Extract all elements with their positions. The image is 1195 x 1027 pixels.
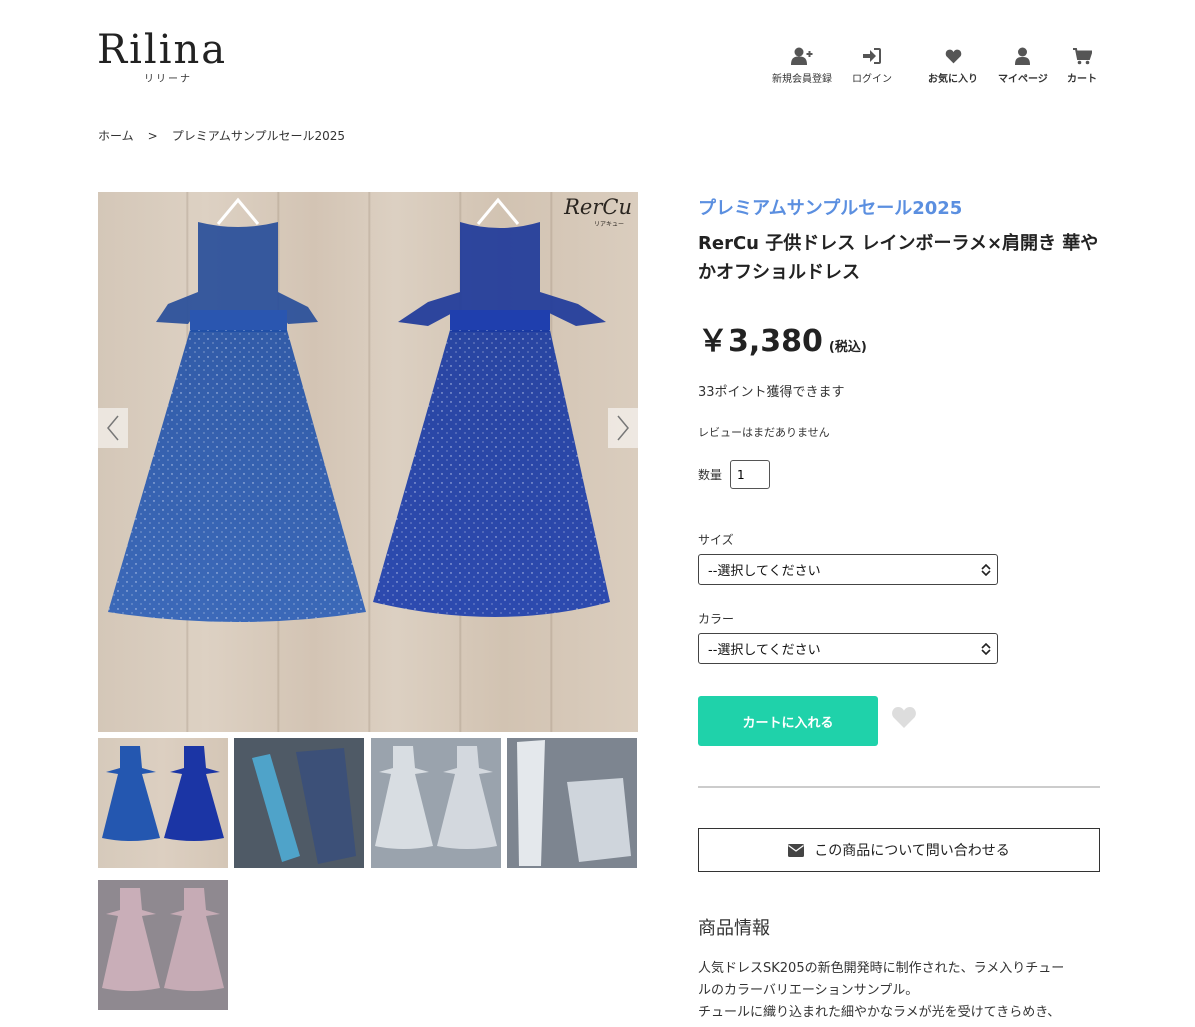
thumb-white-dresses-image [375,746,497,849]
breadcrumb: ホーム > プレミアムサンプルセール2025 [98,127,345,144]
thumb-pink-dresses-image [102,888,224,991]
heart-icon [945,46,962,66]
site-logo[interactable]: Rilina リリーナ [97,27,228,85]
price-value: ￥3,380 [698,324,823,359]
nav-login-label: ログイン [852,74,892,85]
product-price: ￥3,380 (税込) [698,316,867,360]
prev-image-button[interactable] [98,408,128,448]
breadcrumb-home[interactable]: ホーム [98,129,134,143]
sign-in-icon [863,46,881,66]
quantity-input[interactable] [730,460,770,489]
brand-watermark-sub: リアキュー [593,221,624,228]
dress-photo [108,197,610,622]
product-description: 人気ドレスSK205の新色開発時に制作された、ラメ入りチュー ルのカラーバリエー… [698,958,1100,1024]
size-select-value: --選択してください [708,564,821,579]
color-select[interactable]: --選択してください [698,633,998,664]
add-to-cart-button[interactable]: カートに入れる [698,696,878,746]
tax-note: (税込) [828,340,867,355]
product-inquiry-button[interactable]: この商品について問い合わせる [698,828,1100,872]
main-product-image: RerCu リアキュー [98,192,638,732]
nav-mypage-label: マイページ [998,74,1048,85]
chevron-right-icon [617,415,629,441]
quantity-label: 数量 [698,468,723,482]
brand-watermark: RerCu [564,195,632,219]
thumbnail-3[interactable] [371,738,501,868]
cart-icon [1072,46,1092,66]
nav-favorites[interactable]: お気に入り [928,46,978,85]
review-status: レビューはまだありません [698,426,830,439]
user-icon [1015,46,1031,66]
section-divider [698,786,1100,788]
add-favorite-heart-icon[interactable] [891,706,917,733]
breadcrumb-separator: > [147,129,158,143]
size-select[interactable]: --選択してください [698,554,998,585]
nav-mypage[interactable]: マイページ [998,46,1048,85]
product-title: RerCu 子供ドレス レインボーラメ×肩開き 華やかオフショルドレス [698,233,1099,283]
next-image-button[interactable] [608,408,638,448]
envelope-icon [788,843,805,857]
nav-cart-label: カート [1067,74,1097,85]
thumb-blue-ribbon-tulle-image [252,748,356,864]
nav-cart[interactable]: カート [1067,46,1097,85]
size-label: サイズ [698,533,734,547]
nav-favorites-label: お気に入り [928,74,978,85]
logo-subtitle: リリーナ [144,74,192,85]
chevron-left-icon [107,415,119,441]
chevron-updown-icon [981,564,991,576]
logo-text: Rilina [97,27,228,73]
color-select-value: --選択してください [708,643,821,658]
breadcrumb-current: プレミアムサンプルセール2025 [171,129,346,143]
thumb-blue-dresses-image [102,746,224,841]
description-line: チュールに織り込まれた細やかなラメが光を受けてきらめき、 [698,1005,1061,1020]
description-line: 人気ドレスSK205の新色開発時に制作された、ラメ入りチュー [698,961,1065,976]
chevron-updown-icon [981,643,991,655]
nav-register-label: 新規会員登録 [772,74,832,85]
points-note: 33ポイント獲得できます [698,385,845,400]
nav-login[interactable]: ログイン [852,46,892,85]
thumbnail-5[interactable] [98,880,228,1010]
product-info-heading: 商品情報 [698,918,770,939]
thumbnail-1[interactable] [98,738,228,868]
product-category-link[interactable]: プレミアムサンプルセール2025 [698,194,962,220]
user-plus-icon [791,46,813,66]
color-label: カラー [698,612,735,626]
thumbnail-4[interactable] [507,738,637,868]
thumb-white-ribbon-tulle-image [517,740,631,866]
thumbnail-2[interactable] [234,738,364,868]
product-inquiry-label: この商品について問い合わせる [814,843,1010,859]
nav-register[interactable]: 新規会員登録 [772,46,832,85]
description-line: ルのカラーバリエーションサンプル。 [698,983,919,998]
